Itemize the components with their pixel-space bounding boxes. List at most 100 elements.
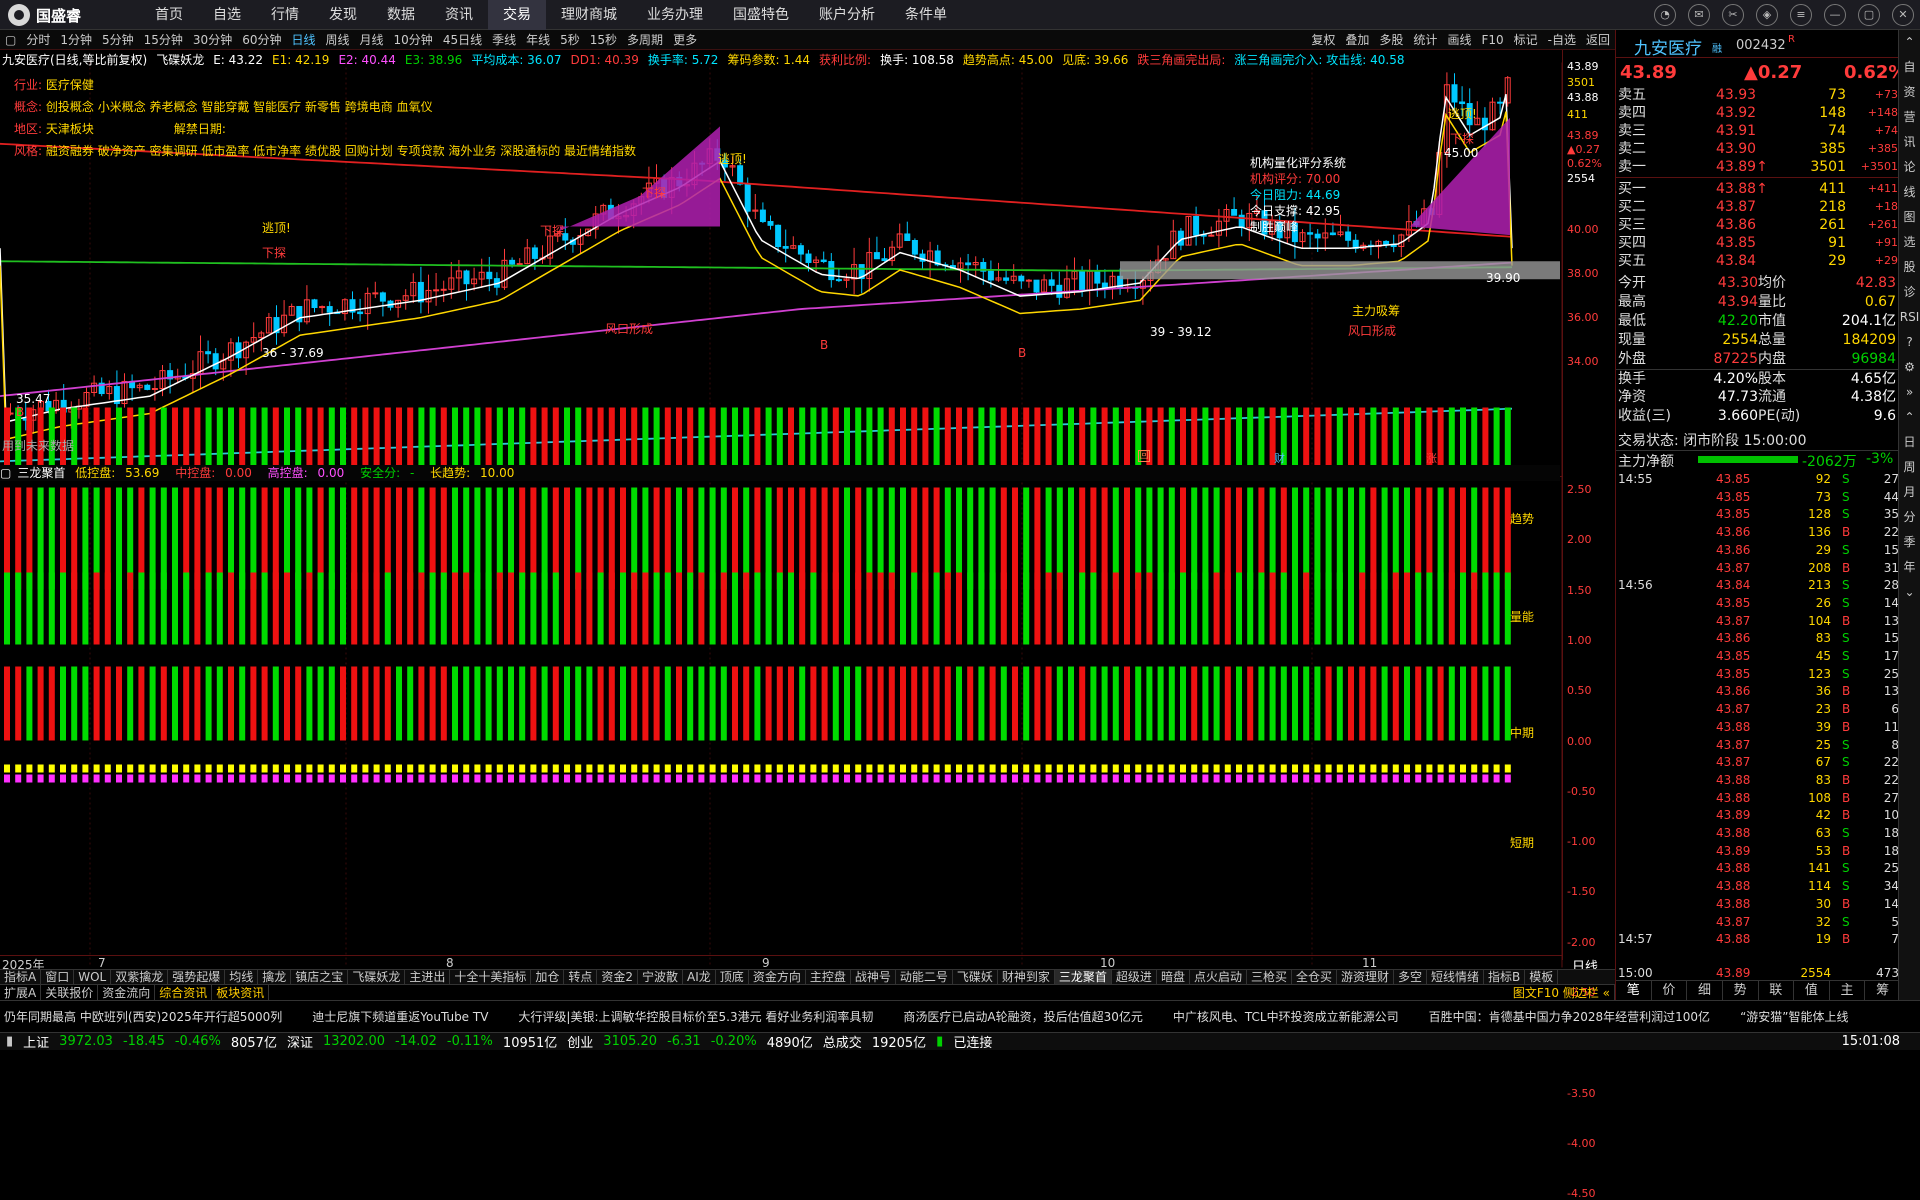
nav-item-4[interactable]: 数据	[372, 0, 430, 30]
nav-item-9[interactable]: 国盛特色	[718, 0, 804, 30]
side-button[interactable]: ⌄	[1899, 580, 1920, 605]
ext-tab[interactable]: 扩展A	[0, 985, 42, 1000]
indicator-tab[interactable]: 短线情绪	[1427, 970, 1485, 984]
tool-7[interactable]: -自选	[1543, 30, 1581, 50]
news-item[interactable]: 商汤医疗已启动A轮融资，投后估值超30亿元	[903, 1008, 1142, 1025]
panel-toggle-icon[interactable]: ▢	[0, 30, 21, 50]
indicator-tab[interactable]: 宁波散	[638, 970, 684, 984]
orderbook-row[interactable]: 买四 43.85 91 +91	[1616, 234, 1901, 252]
orderbook-row[interactable]: 买五 43.84 29 +29	[1616, 252, 1901, 270]
indicator-tab[interactable]: 超级进	[1112, 970, 1157, 984]
period-6[interactable]: 日线	[286, 30, 320, 50]
quote-tab[interactable]: 筹	[1865, 981, 1901, 1000]
orderbook-row[interactable]: 卖五 43.93 73 +73	[1616, 86, 1901, 104]
nav-item-11[interactable]: 条件单	[890, 0, 962, 30]
indicator-tab[interactable]: 飞碟妖龙	[348, 970, 406, 984]
period-12[interactable]: 年线	[521, 30, 555, 50]
period-15[interactable]: 多周期	[622, 30, 668, 50]
side-button[interactable]: 营	[1899, 105, 1920, 130]
indicator-tab[interactable]: 指标B	[1484, 970, 1526, 984]
ext-tab[interactable]: 综合资讯	[155, 985, 213, 1000]
quote-tab[interactable]: 主	[1830, 981, 1866, 1000]
period-13[interactable]: 5秒	[555, 30, 585, 50]
f10-sidebar-toggle[interactable]: 图文F10 侧边栏 «	[1509, 985, 1615, 1000]
indicator-tab[interactable]: 游资理财	[1337, 970, 1395, 984]
period-14[interactable]: 15秒	[585, 30, 622, 50]
quote-tab[interactable]: 笔	[1616, 981, 1652, 1000]
side-button[interactable]: 日	[1899, 430, 1920, 455]
indicator-tab[interactable]: 擒龙	[258, 970, 292, 984]
marker-cai[interactable]: 财	[1274, 450, 1285, 466]
orderbook-row[interactable]: 卖三 43.91 74 +74	[1616, 122, 1901, 140]
side-button[interactable]: 季	[1899, 530, 1920, 555]
indicator-tab[interactable]: 多空	[1394, 970, 1428, 984]
orderbook-row[interactable]: 卖四 43.92 148 +148	[1616, 104, 1901, 122]
quote-tab[interactable]: 价	[1652, 981, 1688, 1000]
close-icon[interactable]: ✕	[1892, 4, 1914, 26]
period-8[interactable]: 月线	[355, 30, 389, 50]
indicator-name[interactable]: 三龙聚首	[17, 466, 65, 480]
indicator-tab[interactable]: 暗盘	[1157, 970, 1190, 984]
orderbook-row[interactable]: 买三 43.86 261 +261	[1616, 216, 1901, 234]
nav-item-8[interactable]: 业务办理	[632, 0, 718, 30]
quote-tab[interactable]: 值	[1794, 981, 1830, 1000]
period-7[interactable]: 周线	[321, 30, 355, 50]
tool-1[interactable]: 叠加	[1340, 30, 1374, 50]
indicator-tab[interactable]: 强势起爆	[168, 970, 226, 984]
quote-tab[interactable]: 细	[1687, 981, 1723, 1000]
indicator-tab[interactable]: AI龙	[683, 970, 716, 984]
side-button[interactable]: 资	[1899, 80, 1920, 105]
orderbook-row[interactable]: 卖一 43.89↑ 3501 +3501	[1616, 158, 1901, 176]
indicator-tab[interactable]: 加仓	[531, 970, 565, 984]
side-button[interactable]: 图	[1899, 205, 1920, 230]
indicator-tab[interactable]: 顶底	[716, 970, 749, 984]
indicator-tab[interactable]: 主控盘	[806, 970, 851, 984]
side-button[interactable]: 周	[1899, 455, 1920, 480]
period-10[interactable]: 45日线	[438, 30, 487, 50]
kline-chart[interactable]	[0, 50, 1615, 980]
indicator-tab[interactable]: WOL	[74, 970, 112, 984]
sz-label[interactable]: 深证	[287, 1032, 313, 1051]
side-button[interactable]: 诊	[1899, 280, 1920, 305]
quote-tab[interactable]: 联	[1759, 981, 1795, 1000]
side-button[interactable]: 自	[1899, 55, 1920, 80]
mail-icon[interactable]: ✉	[1688, 4, 1710, 26]
period-11[interactable]: 季线	[487, 30, 521, 50]
period-16[interactable]: 更多	[668, 30, 702, 50]
side-button[interactable]: ⌃	[1899, 30, 1920, 55]
indicator-tab[interactable]: 资金2	[597, 970, 639, 984]
side-button[interactable]: 讯	[1899, 130, 1920, 155]
news-item[interactable]: “游安猫”智能体上线	[1740, 1008, 1848, 1025]
indicator-tab[interactable]: 镇店之宝	[291, 970, 349, 984]
ext-tab[interactable]: 关联报价	[41, 985, 99, 1000]
orderbook-row[interactable]: 买一 43.88↑ 411 +411	[1616, 180, 1901, 198]
tool-2[interactable]: 多股	[1374, 30, 1408, 50]
indicator-toggle-icon[interactable]: ▢	[0, 466, 11, 480]
news-item[interactable]: 大行评级|美银:上调敏华控股目标价至5.3港元 看好业务利润率具韧	[518, 1008, 873, 1025]
side-button[interactable]: 分	[1899, 505, 1920, 530]
maximize-icon[interactable]: ▢	[1858, 4, 1880, 26]
orderbook-row[interactable]: 买二 43.87 218 +18	[1616, 198, 1901, 216]
ext-tab[interactable]: 资金流向	[98, 985, 156, 1000]
side-button[interactable]: 论	[1899, 155, 1920, 180]
indicator-tab[interactable]: 十全十美指标	[450, 970, 532, 984]
side-button[interactable]: 选	[1899, 230, 1920, 255]
news-item[interactable]: 仍年同期最高 中欧班列(西安)2025年开行超5000列	[4, 1008, 282, 1025]
tool-3[interactable]: 统计	[1408, 30, 1442, 50]
nav-item-7[interactable]: 理财商城	[546, 0, 632, 30]
indicator-tab[interactable]: 模板	[1525, 970, 1559, 984]
nav-item-5[interactable]: 资讯	[430, 0, 488, 30]
ext-tab[interactable]: 板块资讯	[212, 985, 270, 1000]
indicator-tab[interactable]: 三枪买	[1247, 970, 1292, 984]
indicator-tab[interactable]: 均线	[225, 970, 259, 984]
indicator-tab[interactable]: 点火启动	[1190, 970, 1247, 984]
tools-icon[interactable]: ✂	[1722, 4, 1744, 26]
indicator-tab[interactable]: 战神号	[851, 970, 896, 984]
period-1[interactable]: 1分钟	[55, 30, 97, 50]
tool-5[interactable]: F10	[1476, 30, 1508, 50]
period-4[interactable]: 30分钟	[188, 30, 237, 50]
indicator-tab[interactable]: 飞碟妖	[953, 970, 998, 984]
period-9[interactable]: 10分钟	[389, 30, 438, 50]
tool-8[interactable]: 返回	[1581, 30, 1615, 50]
nav-item-3[interactable]: 发现	[314, 0, 372, 30]
